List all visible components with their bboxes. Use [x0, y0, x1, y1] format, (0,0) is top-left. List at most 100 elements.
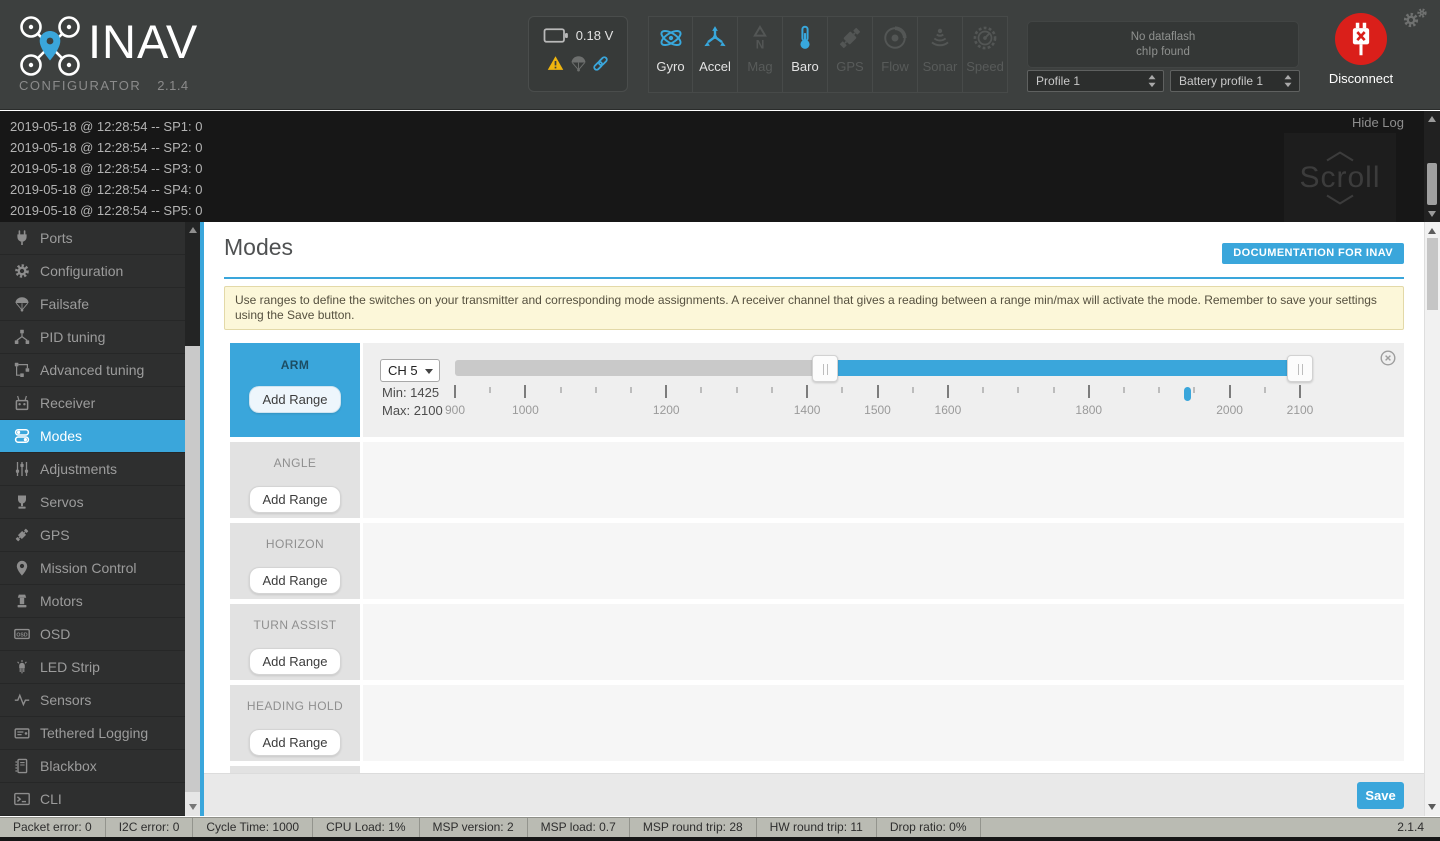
- scroll-down-arrow[interactable]: [189, 804, 197, 810]
- sidebar-item-led-strip[interactable]: LED Strip: [0, 651, 200, 684]
- sidebar-item-osd[interactable]: OSD: [0, 618, 200, 651]
- add-range-button[interactable]: Add Range: [249, 486, 341, 513]
- range-slider: 900 1000 1200 1400 1500 1600 1800 2000 2100: [444, 343, 1314, 437]
- mode-row-partial: [230, 766, 360, 773]
- log-line: 2019-05-18 @ 12:28:54 -- SP4: 0: [10, 182, 203, 197]
- advanced-nodes-icon: [14, 362, 30, 378]
- sidebar-item-blackbox[interactable]: Blackbox: [0, 750, 200, 783]
- scroll-down-arrow[interactable]: [1428, 804, 1436, 810]
- satellite-icon: [14, 527, 30, 543]
- hide-log-link[interactable]: Hide Log: [1352, 115, 1404, 130]
- sidebar-item-pid-tuning[interactable]: PID tuning: [0, 321, 200, 354]
- usb-disconnect-icon: [1335, 13, 1387, 65]
- logger-icon: [14, 725, 30, 741]
- sidebar-item-tethered-logging[interactable]: Tethered Logging: [0, 717, 200, 750]
- slider-ticks: [454, 385, 1301, 401]
- status-msp-version: MSP version: 2: [420, 818, 528, 837]
- log-scrollbar[interactable]: [1424, 111, 1440, 222]
- sidebar-item-configuration[interactable]: Configuration: [0, 255, 200, 288]
- sidebar-item-adjustments[interactable]: Adjustments: [0, 453, 200, 486]
- app-version: 2.1.4: [157, 78, 189, 93]
- servo-icon: [14, 494, 30, 510]
- save-button[interactable]: Save: [1357, 782, 1404, 809]
- app-subtitle: CONFIGURATOR: [19, 78, 142, 93]
- delete-range-icon[interactable]: [1380, 350, 1396, 366]
- content-scrollbar[interactable]: [1424, 222, 1440, 816]
- save-bar: Save: [204, 773, 1424, 816]
- slider-tick-labels: 900 1000 1200 1400 1500 1600 1800 2000 2100: [444, 403, 1314, 417]
- battery-profile-select[interactable]: Battery profile 1: [1170, 70, 1300, 92]
- range-min-handle[interactable]: [811, 355, 838, 382]
- scroll-up-arrow[interactable]: [1428, 228, 1436, 234]
- modes-help-note: Use ranges to define the switches on you…: [224, 286, 1404, 330]
- accel-icon: [702, 17, 728, 59]
- battery-icon: [543, 28, 569, 43]
- title-underline: [224, 277, 1404, 279]
- sensor-sonar: Sonar: [918, 16, 963, 93]
- sidebar-item-failsafe[interactable]: Failsafe: [0, 288, 200, 321]
- sonar-icon: [927, 17, 953, 59]
- range-max-handle[interactable]: [1287, 355, 1313, 382]
- map-pin-icon: [14, 560, 30, 576]
- add-range-button[interactable]: Add Range: [249, 729, 341, 756]
- updown-arrows-icon: [1283, 74, 1293, 88]
- sidebar-item-servos[interactable]: Servos: [0, 486, 200, 519]
- scroll-up-arrow[interactable]: [189, 227, 197, 233]
- documentation-button[interactable]: DOCUMENTATION FOR INAV: [1222, 243, 1404, 264]
- log-scrollbar-thumb[interactable]: [1427, 163, 1437, 205]
- mode-name: ANGLE: [273, 456, 317, 470]
- chevron-down-icon: [1325, 194, 1355, 205]
- inav-logo-icon: [18, 14, 82, 78]
- sidebar-item-sensors[interactable]: Sensors: [0, 684, 200, 717]
- sidebar-item-advanced-tuning[interactable]: Advanced tuning: [0, 354, 200, 387]
- add-range-button[interactable]: Add Range: [249, 648, 341, 675]
- range-fill: [824, 360, 1300, 376]
- sidebar-item-receiver[interactable]: Receiver: [0, 387, 200, 420]
- status-packet-error: Packet error: 0: [0, 818, 106, 837]
- sidebar-item-mission-control[interactable]: Mission Control: [0, 552, 200, 585]
- add-range-button[interactable]: Add Range: [249, 386, 341, 413]
- sensor-baro: Baro: [783, 16, 828, 93]
- status-i2c-error: I2C error: 0: [106, 818, 194, 837]
- warning-icon: [547, 55, 564, 72]
- sidebar-item-ports[interactable]: Ports: [0, 222, 200, 255]
- log-line: 2019-05-18 @ 12:28:54 -- SP1: 0: [10, 119, 203, 134]
- status-cycle-time: Cycle Time: 1000: [193, 818, 314, 837]
- channel-select[interactable]: CH 5: [380, 359, 440, 382]
- range-max-label: Max: 2100: [382, 403, 443, 418]
- mode-row-horizon: HORIZON Add Range: [230, 523, 1404, 599]
- disconnect-button[interactable]: Disconnect: [1328, 13, 1394, 86]
- sidebar-item-motors[interactable]: Motors: [0, 585, 200, 618]
- sidebar-item-gps[interactable]: GPS: [0, 519, 200, 552]
- sidebar-scrollbar-thumb[interactable]: [185, 346, 200, 792]
- battery-status-panel: 0.18 V: [528, 16, 628, 92]
- updown-arrows-icon: [1147, 74, 1157, 88]
- dataflash-status: No dataflash chIp found: [1027, 21, 1299, 68]
- sidebar-scrollbar[interactable]: [185, 222, 200, 816]
- sidebar-item-cli[interactable]: CLI: [0, 783, 200, 816]
- modes-tab-content: Modes DOCUMENTATION FOR INAV Use ranges …: [200, 222, 1424, 816]
- scroll-down-arrow[interactable]: [1428, 211, 1436, 217]
- content-scrollbar-thumb[interactable]: [1427, 238, 1438, 310]
- gps-icon: [837, 17, 863, 59]
- scroll-up-arrow[interactable]: [1428, 116, 1436, 122]
- motor-icon: [14, 593, 30, 609]
- sidebar-item-modes[interactable]: Modes: [0, 420, 200, 453]
- log-line: 2019-05-18 @ 12:28:54 -- SP5: 0: [10, 203, 203, 218]
- sliders-icon: [14, 461, 30, 477]
- settings-gears-icon[interactable]: [1400, 7, 1430, 31]
- status-hw-round-trip: HW round trip: 11: [757, 818, 877, 837]
- gyro-icon: [658, 17, 684, 59]
- terminal-icon: [14, 791, 30, 807]
- sensor-flow: Flow: [873, 16, 918, 93]
- sensor-accel: Accel: [693, 16, 738, 93]
- waveform-icon: [14, 692, 30, 708]
- channel-value-marker: [1183, 387, 1191, 401]
- gear-icon: [14, 263, 30, 279]
- toggles-icon: [14, 428, 30, 444]
- sensor-mag: Mag: [738, 16, 783, 93]
- mode-name: ARM: [280, 358, 310, 372]
- profile-select[interactable]: Profile 1: [1027, 70, 1164, 92]
- sensor-status-bar: Gyro Accel Mag Baro GPS Flow Sonar Speed: [648, 16, 1008, 93]
- add-range-button[interactable]: Add Range: [249, 567, 341, 594]
